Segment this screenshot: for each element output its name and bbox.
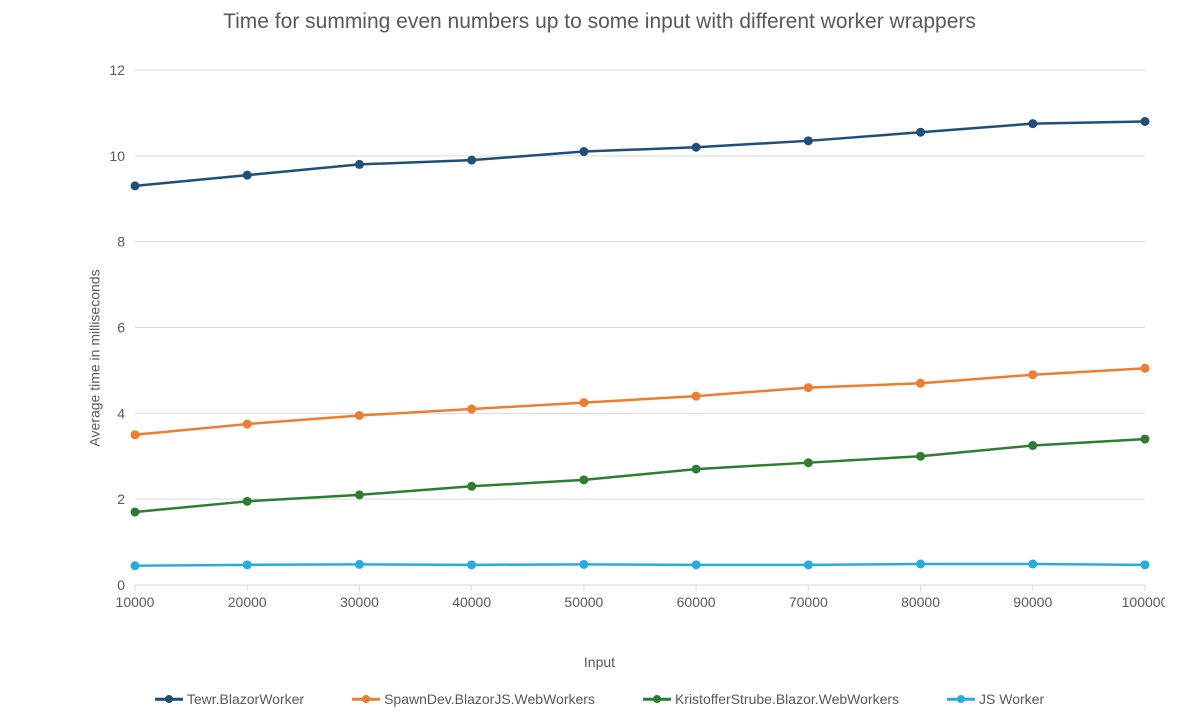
plot-area: 0 2 4 6 8 10 12 10000 20000 30000 40000 50000 60000 7… (85, 60, 1165, 625)
series-marker (131, 561, 140, 570)
series-marker (1141, 117, 1150, 126)
series-line (135, 368, 1145, 435)
x-tick-label: 90000 (1013, 594, 1052, 610)
chart-title: Time for summing even numbers up to some… (0, 10, 1199, 34)
legend-swatch (352, 692, 380, 706)
x-tick-label: 20000 (228, 594, 267, 610)
series-marker (1028, 370, 1037, 379)
series-marker (131, 430, 140, 439)
legend-item: KristofferStrube.Blazor.WebWorkers (643, 691, 899, 707)
chart-svg: 0 2 4 6 8 10 12 10000 20000 30000 40000 50000 60000 7… (85, 60, 1165, 625)
series-marker (579, 475, 588, 484)
series-marker (804, 136, 813, 145)
y-tick-label: 6 (117, 320, 125, 336)
y-tick-label: 8 (117, 234, 125, 250)
series-marker (916, 559, 925, 568)
y-tick-label: 0 (117, 577, 125, 593)
legend-swatch (947, 692, 975, 706)
series-marker (1141, 364, 1150, 373)
legend-label: Tewr.BlazorWorker (187, 691, 304, 707)
legend-swatch (643, 692, 671, 706)
series-marker (467, 560, 476, 569)
series-marker (467, 156, 476, 165)
legend-label: KristofferStrube.Blazor.WebWorkers (675, 691, 899, 707)
x-tick-label: 70000 (789, 594, 828, 610)
series-marker (243, 497, 252, 506)
series-line (135, 122, 1145, 186)
x-tick-label: 40000 (452, 594, 491, 610)
series-marker (355, 160, 364, 169)
legend: Tewr.BlazorWorker SpawnDev.BlazorJS.WebWo… (0, 691, 1199, 707)
series-marker (131, 181, 140, 190)
series-marker (355, 490, 364, 499)
x-tick-label: 50000 (564, 594, 603, 610)
legend-label: JS Worker (979, 691, 1044, 707)
x-tick-label: 10000 (116, 594, 155, 610)
chart-container: Time for summing even numbers up to some… (0, 0, 1199, 715)
series-marker (467, 405, 476, 414)
series-marker (804, 458, 813, 467)
y-tick-label: 2 (117, 491, 125, 507)
series-marker (916, 452, 925, 461)
x-tick-label: 80000 (901, 594, 940, 610)
series-marker (692, 143, 701, 152)
x-tick-label: 30000 (340, 594, 379, 610)
series-marker (1141, 560, 1150, 569)
series-line (135, 564, 1145, 566)
series-marker (243, 560, 252, 569)
series-marker (804, 383, 813, 392)
y-tick-label: 10 (109, 148, 125, 164)
legend-item: Tewr.BlazorWorker (155, 691, 304, 707)
series-marker (579, 398, 588, 407)
series-marker (1028, 559, 1037, 568)
series-marker (243, 420, 252, 429)
x-tick-label: 60000 (677, 594, 716, 610)
series-marker (131, 508, 140, 517)
series-marker (467, 482, 476, 491)
series-marker (1141, 435, 1150, 444)
series-marker (916, 128, 925, 137)
series-line (135, 439, 1145, 512)
series-marker (355, 560, 364, 569)
series-marker (243, 171, 252, 180)
series-marker (579, 560, 588, 569)
series-marker (692, 392, 701, 401)
series-marker (579, 147, 588, 156)
legend-item: SpawnDev.BlazorJS.WebWorkers (352, 691, 595, 707)
y-tick-label: 4 (117, 405, 125, 421)
legend-swatch (155, 692, 183, 706)
series-marker (804, 560, 813, 569)
series-marker (916, 379, 925, 388)
legend-label: SpawnDev.BlazorJS.WebWorkers (384, 691, 595, 707)
legend-item: JS Worker (947, 691, 1044, 707)
x-tick-label: 100000 (1122, 594, 1165, 610)
series-marker (1028, 441, 1037, 450)
x-axis-label: Input (0, 654, 1199, 670)
series-marker (692, 560, 701, 569)
y-tick-label: 12 (109, 62, 125, 78)
series-marker (692, 465, 701, 474)
series-marker (1028, 119, 1037, 128)
series-marker (355, 411, 364, 420)
